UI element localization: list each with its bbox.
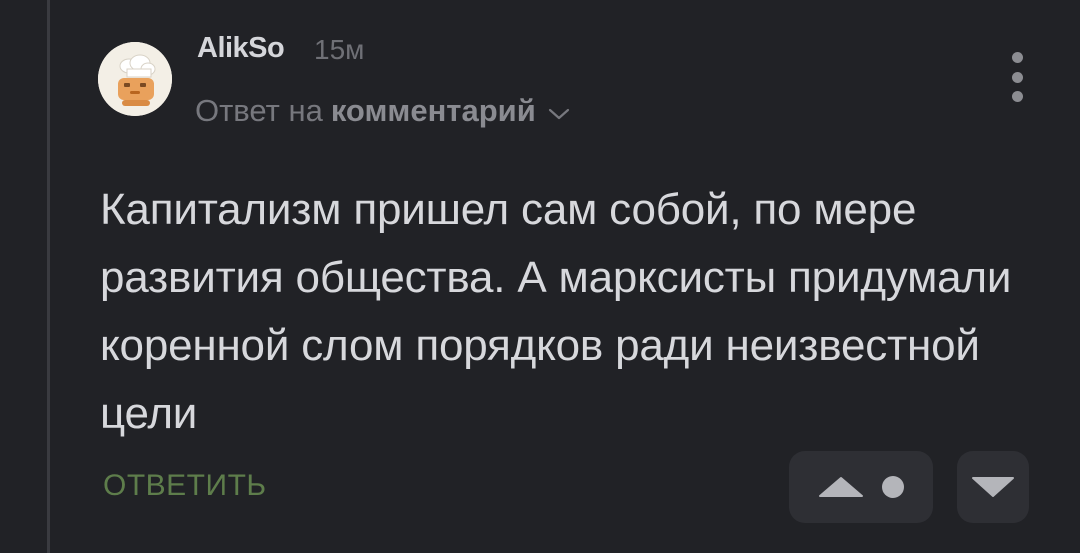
upvote-button[interactable] [818, 476, 864, 498]
thread-line[interactable] [47, 0, 50, 553]
comment-time: 15м [314, 34, 365, 65]
more-options-button[interactable] [1003, 52, 1031, 102]
reply-to-target: комментарий [330, 93, 536, 128]
comment-body: Капитализм пришел сам собой, по мере раз… [100, 185, 1012, 438]
triangle-down-icon [972, 477, 1014, 497]
author-name[interactable]: AlikSo [197, 32, 285, 65]
vote-box [789, 451, 933, 523]
dot-icon [882, 476, 904, 498]
downvote-button[interactable] [957, 451, 1029, 523]
avatar[interactable] [98, 42, 172, 116]
reply-to-prefix: Ответ на [195, 93, 323, 128]
triangle-up-icon [819, 477, 863, 497]
cook-avatar-icon [98, 42, 172, 116]
comment-screen: AlikSo 15м Ответ на комментарий Капитали… [0, 0, 1080, 553]
more-vertical-icon-dot [1011, 91, 1023, 102]
reply-button[interactable]: ОТВЕТИТЬ [103, 469, 267, 503]
reply-to-link[interactable]: Ответ на комментарий [195, 93, 570, 129]
more-vertical-icon [1011, 52, 1023, 63]
more-vertical-icon-dot [1011, 71, 1023, 83]
chevron-down-icon [548, 93, 570, 129]
